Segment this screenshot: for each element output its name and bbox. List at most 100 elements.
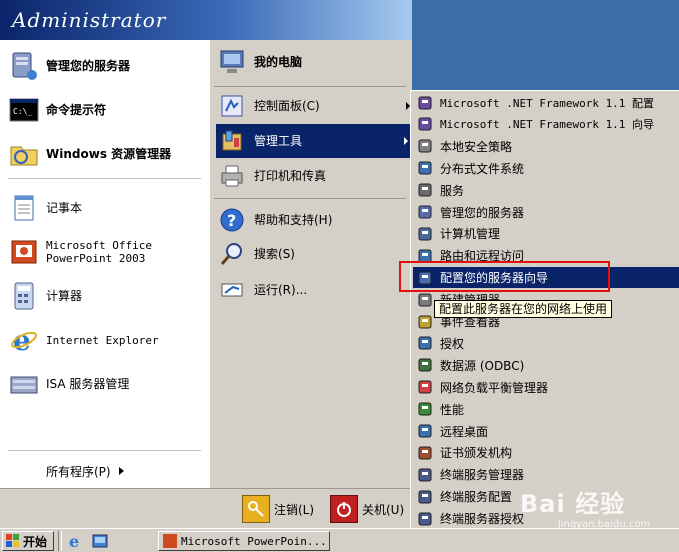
recent-notepad[interactable]: 记事本	[8, 192, 82, 224]
submenu-item-label: 远程桌面	[440, 424, 489, 439]
pinned-label: 命令提示符	[46, 102, 107, 117]
submenu-item[interactable]: 计算机管理	[413, 223, 679, 244]
start-menu-right-column: 我的电脑 控制面板(C) 管理工具 打印机和传真 ? 帮助和支持(H) 搜索(S…	[209, 40, 412, 488]
submenu-item-label: 终端服务器授权	[440, 512, 525, 527]
submenu-item-label: 授权	[440, 336, 465, 351]
submenu-item-label: 终端服务配置	[440, 490, 513, 505]
submenu-item-label: 终端服务管理器	[440, 468, 525, 483]
submenu-item[interactable]: 分布式文件系统	[413, 158, 679, 179]
pinned-windows-explorer[interactable]: Windows 资源管理器	[8, 138, 171, 170]
certificate-icon	[416, 444, 434, 462]
new-manager-icon	[416, 291, 434, 309]
submenu-item[interactable]: 数据源 (ODBC)	[413, 355, 679, 376]
right-item-my-computer[interactable]: 我的电脑	[216, 46, 302, 78]
printer-icon	[216, 160, 248, 192]
notepad-icon	[8, 192, 40, 224]
right-item-help[interactable]: ? 帮助和支持(H)	[216, 204, 332, 236]
separator	[214, 198, 406, 199]
submenu-item[interactable]: 远程桌面	[413, 421, 679, 442]
recent-calculator[interactable]: 计算器	[8, 280, 82, 312]
isa-server-icon	[8, 368, 40, 400]
recent-label-line2: PowerPoint 2003	[46, 252, 146, 265]
shutdown-button[interactable]: 关机(U)	[330, 495, 404, 523]
watermark-brand: Bai 经验	[520, 490, 626, 518]
recent-label: ISA 服务器管理	[46, 376, 130, 391]
submenu-item[interactable]: 管理您的服务器	[413, 202, 679, 223]
dfs-icon	[416, 159, 434, 177]
remote-desktop-icon	[416, 422, 434, 440]
net-wizard-icon	[416, 115, 434, 133]
logoff-button[interactable]: 注销(L)	[242, 495, 314, 523]
all-programs-label: 所有程序(P)	[46, 464, 111, 479]
right-item-label: 控制面板(C)	[254, 98, 320, 113]
start-button[interactable]: 开始	[2, 531, 54, 551]
powerpoint-icon	[8, 236, 40, 268]
desktop-background	[412, 0, 679, 94]
start-menu-footer: 注销(L) 关机(U)	[0, 488, 412, 528]
right-item-control-panel[interactable]: 控制面板(C)	[216, 90, 410, 122]
security-policy-icon	[416, 137, 434, 155]
computer-manage-icon	[416, 225, 434, 243]
server-manage-icon	[416, 203, 434, 221]
submenu-item[interactable]: 本地安全策略	[413, 136, 679, 157]
taskbar-button-powerpoint[interactable]: Microsoft PowerPoin...	[158, 531, 330, 551]
services-icon	[416, 181, 434, 199]
right-item-run[interactable]: 运行(R)...	[216, 274, 307, 306]
submenu-item[interactable]: 授权	[413, 333, 679, 354]
separator	[8, 178, 201, 179]
calculator-icon	[8, 280, 40, 312]
recent-powerpoint[interactable]: Microsoft Office PowerPoint 2003	[8, 236, 152, 268]
start-menu-header: Administrator	[0, 0, 412, 40]
right-item-label: 搜索(S)	[254, 246, 295, 261]
svg-text:?: ?	[227, 211, 236, 230]
terminal-license-icon	[416, 510, 434, 528]
show-desktop-icon[interactable]	[92, 533, 108, 549]
server-manage-icon	[8, 50, 40, 82]
submenu-item[interactable]: Microsoft .NET Framework 1.1 向导	[413, 114, 679, 135]
recent-internet-explorer[interactable]: e Internet Explorer	[8, 324, 159, 356]
pinned-label: Windows 资源管理器	[46, 146, 172, 161]
license-icon	[416, 334, 434, 352]
key-icon	[242, 495, 270, 523]
submenu-item-label: 服务	[440, 183, 465, 198]
submenu-item[interactable]: 证书颁发机构	[413, 442, 679, 463]
right-item-printers[interactable]: 打印机和传真	[216, 160, 326, 192]
pinned-manage-server[interactable]: 管理您的服务器	[8, 50, 130, 82]
my-computer-icon	[216, 46, 248, 78]
submenu-item[interactable]: 服务	[413, 180, 679, 201]
control-panel-icon	[216, 90, 248, 122]
all-programs-button[interactable]: 所有程序(P)	[46, 463, 166, 479]
taskbar: 开始 e Microsoft PowerPoin...	[0, 528, 679, 552]
help-icon: ?	[216, 204, 248, 236]
submenu-item-label: 本地安全策略	[440, 139, 513, 154]
internet-explorer-icon[interactable]: e	[68, 532, 84, 551]
separator	[214, 86, 406, 87]
start-label: 开始	[23, 534, 48, 549]
taskbar-button-label: Microsoft PowerPoin...	[181, 534, 327, 548]
odbc-icon	[416, 356, 434, 374]
tooltip: 配置此服务器在您的网络上使用	[434, 300, 613, 318]
recent-label-line1: Microsoft Office	[46, 239, 152, 252]
recent-isa-server[interactable]: ISA 服务器管理	[8, 368, 129, 400]
terminal-config-icon	[416, 488, 434, 506]
pinned-command-prompt[interactable]: C:\_ 命令提示符	[8, 94, 106, 126]
recent-label: Microsoft Office PowerPoint 2003	[46, 239, 152, 265]
right-item-label: 管理工具	[254, 133, 303, 148]
submenu-item-label: 数据源 (ODBC)	[440, 358, 525, 373]
recent-label: Internet Explorer	[46, 333, 159, 347]
right-item-admin-tools[interactable]: 管理工具	[216, 124, 412, 158]
submenu-item[interactable]: 性能	[413, 399, 679, 420]
chevron-right-icon	[118, 467, 124, 475]
submenu-item[interactable]: 网络负载平衡管理器	[413, 377, 679, 398]
explorer-folder-icon	[8, 138, 40, 170]
taskbar-separator	[58, 531, 62, 551]
right-item-search[interactable]: 搜索(S)	[216, 238, 295, 270]
admin-tools-submenu: Microsoft .NET Framework 1.1 配置 Microsoft…	[410, 90, 679, 552]
right-item-label: 我的电脑	[254, 54, 303, 69]
submenu-item[interactable]: Microsoft .NET Framework 1.1 配置	[413, 92, 679, 113]
submenu-item-label: 网络负载平衡管理器	[440, 380, 549, 395]
power-icon	[330, 495, 358, 523]
submenu-item[interactable]: 终端服务管理器	[413, 464, 679, 485]
start-menu: Administrator 管理您的服务器 C:\_ 命令提示符 Windows…	[0, 0, 412, 528]
recent-label: 记事本	[46, 200, 83, 215]
